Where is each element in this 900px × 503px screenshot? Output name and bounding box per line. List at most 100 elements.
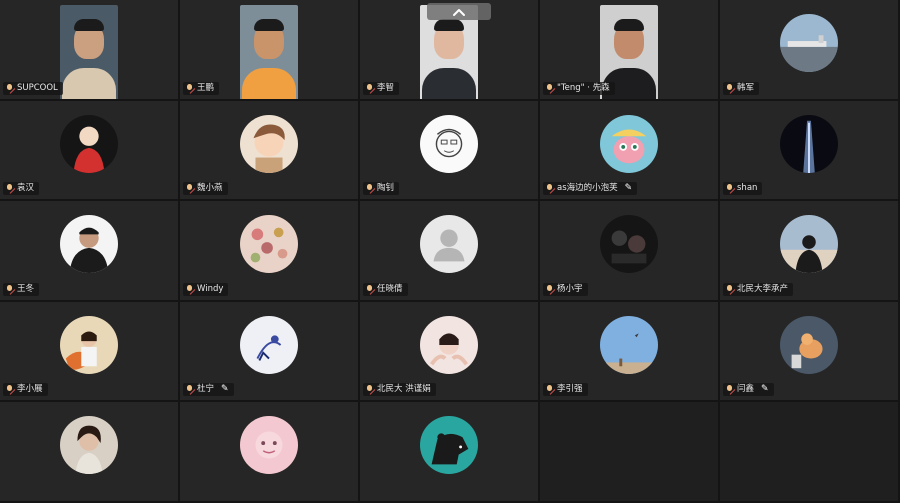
cat-photo-icon xyxy=(780,315,838,374)
participant-tile[interactable]: 任晓倩 xyxy=(360,201,540,302)
participant-name-tag: 李智 xyxy=(363,81,400,95)
pink-face-icon xyxy=(240,416,298,475)
participant-video xyxy=(240,5,298,99)
collapse-button[interactable] xyxy=(427,3,491,20)
participant-tile[interactable] xyxy=(0,402,180,503)
participant-tile[interactable]: 北民大李承产 xyxy=(720,201,900,302)
participant-name: 北民大 洪谨娟 xyxy=(377,384,431,395)
participant-name-tag: 袁汉 xyxy=(3,182,40,196)
girl-hands-icon xyxy=(420,315,478,374)
participant-tile[interactable]: 袁汉 xyxy=(0,100,180,202)
participant-name: 李小展 xyxy=(17,384,43,395)
participant-tile[interactable] xyxy=(360,402,540,503)
participant-tile[interactable]: 李引强 xyxy=(540,301,720,403)
muted-mic-icon xyxy=(545,83,554,93)
pencil-icon[interactable]: ✎ xyxy=(221,383,229,396)
participant-name: 王鹏 xyxy=(197,82,215,93)
muted-mic-icon xyxy=(545,284,554,294)
participant-name-tag: 杨小宇 xyxy=(543,282,588,296)
participant-name-tag: 北民大 洪谨娟 xyxy=(363,383,436,397)
participant-name-tag: 陶钊 xyxy=(363,182,400,196)
participant-name: 韩军 xyxy=(737,82,755,93)
participant-grid: SUPCOOL 王鹏 李智 "Teng" · 先森 韩军袁汉 魏小燕 陶钊 as海边的小泡芙 ✎… xyxy=(0,0,900,503)
sky-photo-icon xyxy=(600,315,658,374)
participant-tile[interactable]: 北民大 洪谨娟 xyxy=(360,301,540,403)
muted-mic-icon xyxy=(185,284,194,294)
participant-tile[interactable]: 闫鑫 ✎ xyxy=(720,301,900,403)
flower-pattern-icon xyxy=(240,215,298,274)
participant-tile[interactable]: 杨小宇 xyxy=(540,201,720,302)
participant-name-tag: 魏小燕 xyxy=(183,182,228,196)
participant-tile[interactable]: "Teng" · 先森 xyxy=(540,0,720,101)
participant-name-tag: "Teng" · 先森 xyxy=(543,81,615,95)
pencil-icon[interactable]: ✎ xyxy=(761,383,769,396)
participant-tile[interactable]: 陶钊 xyxy=(360,100,540,202)
participant-name: 杜宁 xyxy=(197,384,215,395)
airport-photo-icon xyxy=(780,14,838,72)
muted-mic-icon xyxy=(545,184,554,193)
muted-mic-icon xyxy=(725,83,734,93)
participant-tile[interactable]: Windy xyxy=(180,201,360,302)
participant-tile[interactable]: 杜宁 ✎ xyxy=(180,301,360,403)
participant-name-tag: as海边的小泡芙 ✎ xyxy=(543,182,638,196)
sunset-silhouette-icon xyxy=(780,215,838,274)
participant-tile[interactable]: 李小展 xyxy=(0,301,180,403)
participant-tile[interactable]: as海边的小泡芙 ✎ xyxy=(540,100,720,202)
muted-mic-icon xyxy=(5,385,14,394)
muted-mic-icon xyxy=(5,184,14,193)
participant-name-tag: 杜宁 ✎ xyxy=(183,383,234,397)
participant-name: "Teng" · 先森 xyxy=(557,82,610,93)
muted-mic-icon xyxy=(185,83,194,93)
participant-name: Windy xyxy=(197,283,224,294)
muted-mic-icon xyxy=(5,83,14,93)
default-user-icon xyxy=(420,215,478,274)
participant-tile[interactable]: 魏小燕 xyxy=(180,100,360,202)
black-bear-icon xyxy=(420,416,478,475)
muted-mic-icon xyxy=(725,184,734,193)
participant-name-tag: Windy xyxy=(183,282,229,296)
participant-tile[interactable]: 韩军 xyxy=(720,0,900,101)
participant-name: shan xyxy=(737,183,758,194)
participant-name-tag: 李小展 xyxy=(3,383,48,397)
light-beam-icon xyxy=(780,114,838,173)
participant-name: 王冬 xyxy=(17,283,35,294)
participant-name-tag: 韩军 xyxy=(723,81,760,95)
participant-tile[interactable]: SUPCOOL xyxy=(0,0,180,101)
pencil-icon[interactable]: ✎ xyxy=(625,182,633,195)
portrait-woman-icon xyxy=(60,416,118,475)
participant-tile[interactable]: shan xyxy=(720,100,900,202)
participant-name: 任晓倩 xyxy=(377,283,403,294)
autumn-girl-icon xyxy=(60,315,118,374)
muted-mic-icon xyxy=(365,184,374,193)
muted-mic-icon xyxy=(5,284,14,294)
muted-mic-icon xyxy=(365,284,374,294)
muted-mic-icon xyxy=(545,385,554,394)
chevron-up-icon xyxy=(453,8,465,16)
man-black-jacket-icon xyxy=(60,215,118,274)
participant-name: 杨小宇 xyxy=(557,283,583,294)
cartoon-girl-icon xyxy=(600,114,658,173)
anime-boy-icon xyxy=(240,114,298,173)
participant-video xyxy=(60,5,118,99)
participant-name-tag: 王冬 xyxy=(3,282,40,296)
participant-name: 魏小燕 xyxy=(197,183,223,194)
participant-name: 李智 xyxy=(377,82,395,93)
participant-name: 北民大李承产 xyxy=(737,283,789,294)
participant-name-tag: 王鹏 xyxy=(183,81,220,95)
participant-name: as海边的小泡芙 xyxy=(557,183,618,194)
participant-name: 李引强 xyxy=(557,384,583,395)
participant-name: SUPCOOL xyxy=(17,82,58,93)
red-shirt-figure-icon xyxy=(60,114,118,173)
dark-photo-icon xyxy=(600,215,658,274)
muted-mic-icon xyxy=(185,385,194,394)
empty-tile xyxy=(540,402,720,503)
participant-name: 袁汉 xyxy=(17,183,35,194)
sketch-face-icon xyxy=(420,114,478,173)
participant-tile[interactable]: 王鹏 xyxy=(180,0,360,101)
participant-name-tag: 北民大李承产 xyxy=(723,282,794,296)
muted-mic-icon xyxy=(725,385,734,394)
blue-sketch-icon xyxy=(240,315,298,374)
muted-mic-icon xyxy=(365,83,374,93)
participant-tile[interactable] xyxy=(180,402,360,503)
participant-tile[interactable]: 王冬 xyxy=(0,201,180,302)
